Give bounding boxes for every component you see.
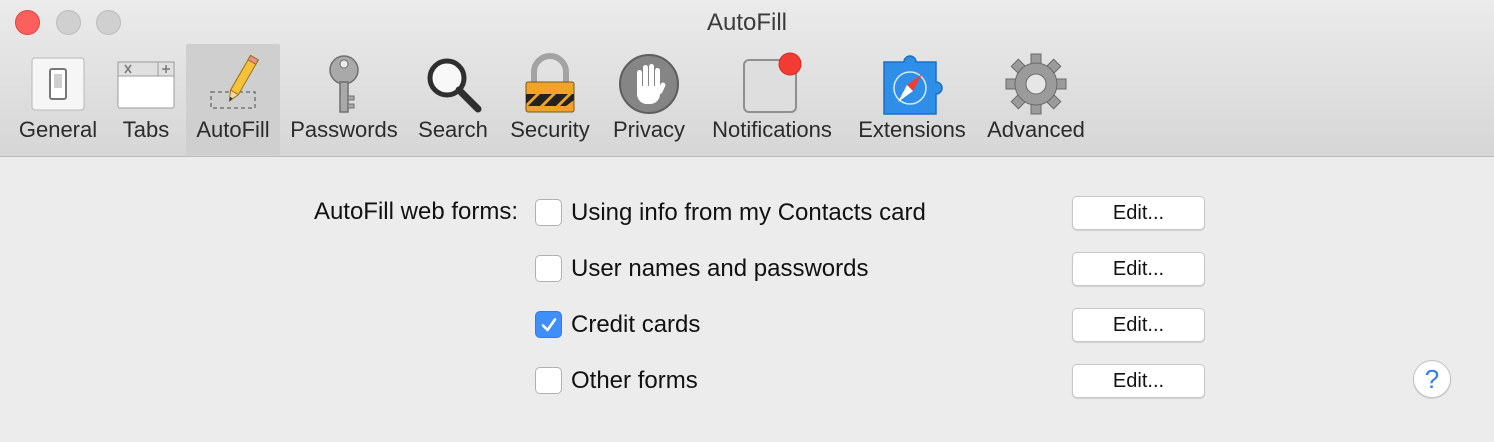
magnifier-icon: [427, 58, 482, 113]
toolbar-item-label: Privacy: [612, 117, 686, 142]
toolbar-item-label: Extensions: [858, 117, 966, 142]
contacts-card-label: Using info from my Contacts card: [571, 199, 926, 226]
usernames-passwords-checkbox[interactable]: [535, 255, 562, 282]
other-forms-label: Other forms: [571, 367, 698, 394]
toolbar-item-extensions[interactable]: Extensions: [850, 44, 974, 155]
other-forms-checkbox[interactable]: [535, 367, 562, 394]
gear-icon: [1005, 53, 1067, 115]
pencil-icon: [210, 54, 260, 109]
tabs-icon: [117, 61, 175, 109]
toolbar-item-search[interactable]: Search: [408, 44, 498, 155]
window-title: AutoFill: [706, 9, 788, 36]
other-forms-row: Other forms: [535, 366, 995, 398]
credit-cards-checkbox[interactable]: [535, 311, 562, 338]
toolbar-item-label: AutoFill: [196, 117, 270, 142]
usernames-passwords-row: User names and passwords: [535, 254, 995, 286]
toolbar-item-passwords[interactable]: Passwords: [283, 44, 405, 155]
toolbar-item-label: Search: [418, 117, 488, 142]
autofill-web-forms-label: AutoFill web forms:: [313, 198, 518, 225]
toolbar-item-tabs[interactable]: Tabs: [106, 44, 186, 155]
toolbar-item-label: Tabs: [122, 117, 170, 142]
toolbar-item-label: Passwords: [290, 117, 398, 142]
hand-icon: [619, 54, 679, 114]
toolbar-item-label: General: [18, 117, 98, 142]
autofill-preferences-window: AutoFill General Tabs AutoFill Passwords…: [0, 0, 1494, 442]
checkmark-icon: [541, 318, 557, 332]
credit-cards-label: Credit cards: [571, 311, 701, 338]
general-switch-icon: [31, 57, 85, 111]
toolbar-item-autofill[interactable]: AutoFill: [186, 44, 280, 155]
toolbar-item-label: Notifications: [712, 117, 832, 142]
key-icon: [329, 55, 359, 113]
contacts-card-checkbox[interactable]: [535, 199, 562, 226]
contacts-card-row: Using info from my Contacts card: [535, 198, 995, 230]
edit-credit-cards-button[interactable]: Edit...: [1072, 308, 1205, 342]
toolbar-item-general[interactable]: General: [10, 44, 106, 155]
toolbar-item-notifications[interactable]: Notifications: [700, 44, 844, 155]
toolbar-item-advanced[interactable]: Advanced: [980, 44, 1092, 155]
edit-other-forms-button[interactable]: Edit...: [1072, 364, 1205, 398]
puzzle-compass-icon: [883, 55, 943, 115]
toolbar-item-label: Security: [510, 117, 590, 142]
notification-badge-icon: [743, 52, 802, 113]
toolbar-item-label: Advanced: [987, 117, 1085, 142]
titlebar: AutoFill General Tabs AutoFill Passwords…: [0, 0, 1494, 157]
credit-cards-row: Credit cards: [535, 310, 995, 342]
toolbar-item-security[interactable]: Security: [500, 44, 600, 155]
edit-contacts-card-button[interactable]: Edit...: [1072, 196, 1205, 230]
padlock-icon: [525, 53, 575, 113]
help-button[interactable]: ?: [1413, 360, 1451, 398]
usernames-passwords-label: User names and passwords: [571, 255, 869, 282]
toolbar-item-privacy[interactable]: Privacy: [604, 44, 694, 155]
edit-usernames-passwords-button[interactable]: Edit...: [1072, 252, 1205, 286]
